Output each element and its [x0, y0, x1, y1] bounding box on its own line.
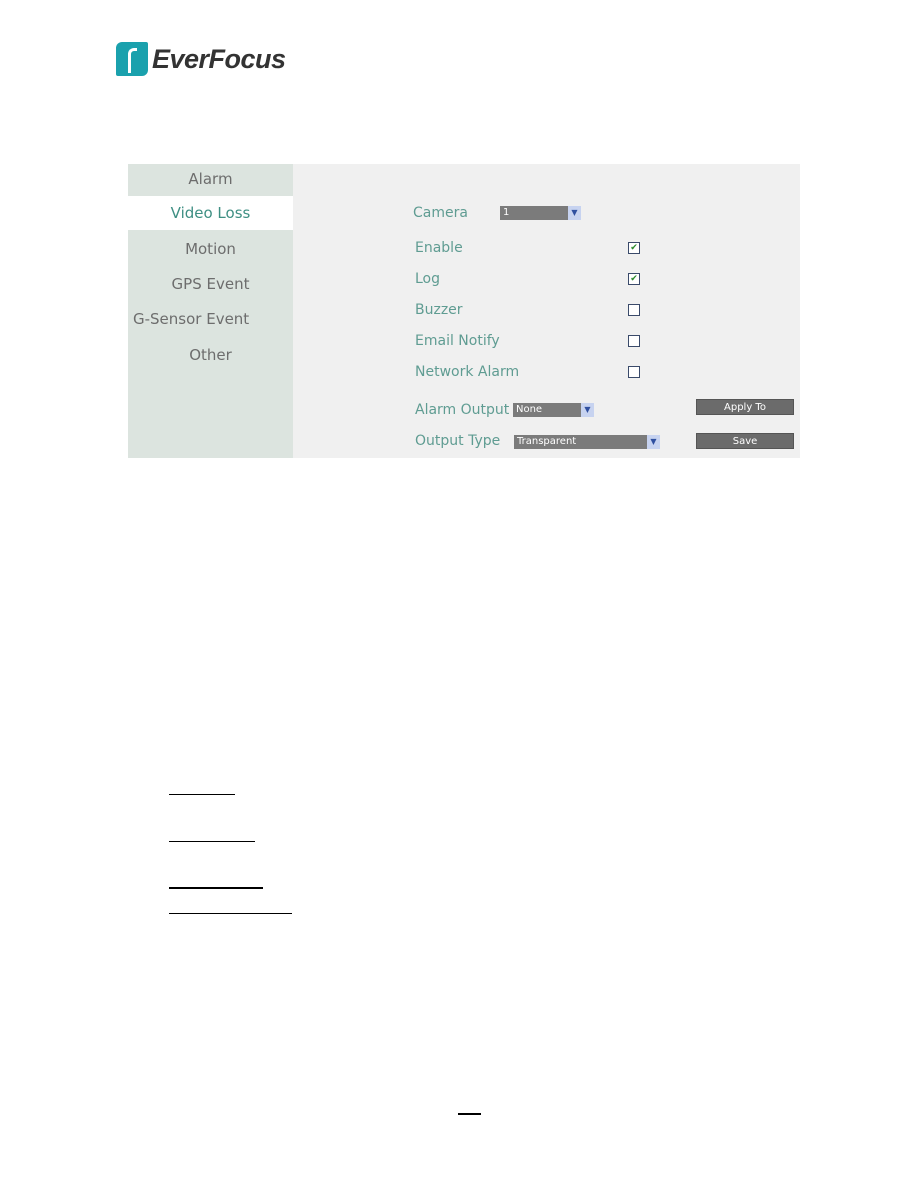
underline	[169, 913, 292, 914]
sidebar: Alarm Video Loss Motion GPS Event G-Sens…	[128, 164, 293, 458]
email-notify-label: Email Notify	[415, 333, 500, 349]
network-alarm-checkbox[interactable]	[628, 366, 640, 378]
camera-select[interactable]: 1	[500, 206, 568, 220]
log-label: Log	[415, 271, 441, 287]
camera-label: Camera	[413, 205, 468, 221]
enable-label: Enable	[415, 240, 463, 256]
output-type-select[interactable]: Transparent	[514, 435, 647, 449]
logo-text: EverFocus	[152, 43, 286, 74]
email-notify-checkbox[interactable]	[628, 335, 640, 347]
save-button[interactable]: Save	[696, 433, 794, 449]
chevron-down-icon[interactable]: ▼	[568, 206, 581, 220]
alarm-output-label: Alarm Output	[415, 402, 510, 418]
sidebar-item-other[interactable]: Other	[128, 346, 293, 364]
apply-to-button[interactable]: Apply To	[696, 399, 794, 415]
underline	[169, 794, 235, 795]
page-number-underline	[458, 1113, 481, 1115]
chevron-down-icon[interactable]: ▼	[647, 435, 660, 449]
output-type-label: Output Type	[415, 433, 501, 449]
chevron-down-icon[interactable]: ▼	[581, 403, 594, 417]
sidebar-item-alarm[interactable]: Alarm	[128, 170, 293, 188]
sidebar-item-g-sensor-event[interactable]: G-Sensor Event	[133, 310, 298, 328]
video-loss-panel: Alarm Video Loss Motion GPS Event G-Sens…	[128, 164, 800, 458]
underline	[169, 887, 263, 889]
document-page: EverFocus Alarm Video Loss Motion GPS Ev…	[0, 0, 918, 1188]
everfocus-logo: EverFocus	[116, 42, 286, 76]
enable-checkbox[interactable]: ✔	[628, 242, 640, 254]
underline	[169, 841, 255, 842]
logo-mark-icon	[116, 42, 148, 76]
sidebar-item-video-loss[interactable]: Video Loss	[128, 196, 293, 230]
buzzer-checkbox[interactable]	[628, 304, 640, 316]
sidebar-item-motion[interactable]: Motion	[128, 240, 293, 258]
log-checkbox[interactable]: ✔	[628, 273, 640, 285]
network-alarm-label: Network Alarm	[415, 364, 520, 380]
sidebar-item-gps-event[interactable]: GPS Event	[128, 275, 293, 293]
buzzer-label: Buzzer	[415, 302, 463, 318]
alarm-output-select[interactable]: None	[513, 403, 581, 417]
